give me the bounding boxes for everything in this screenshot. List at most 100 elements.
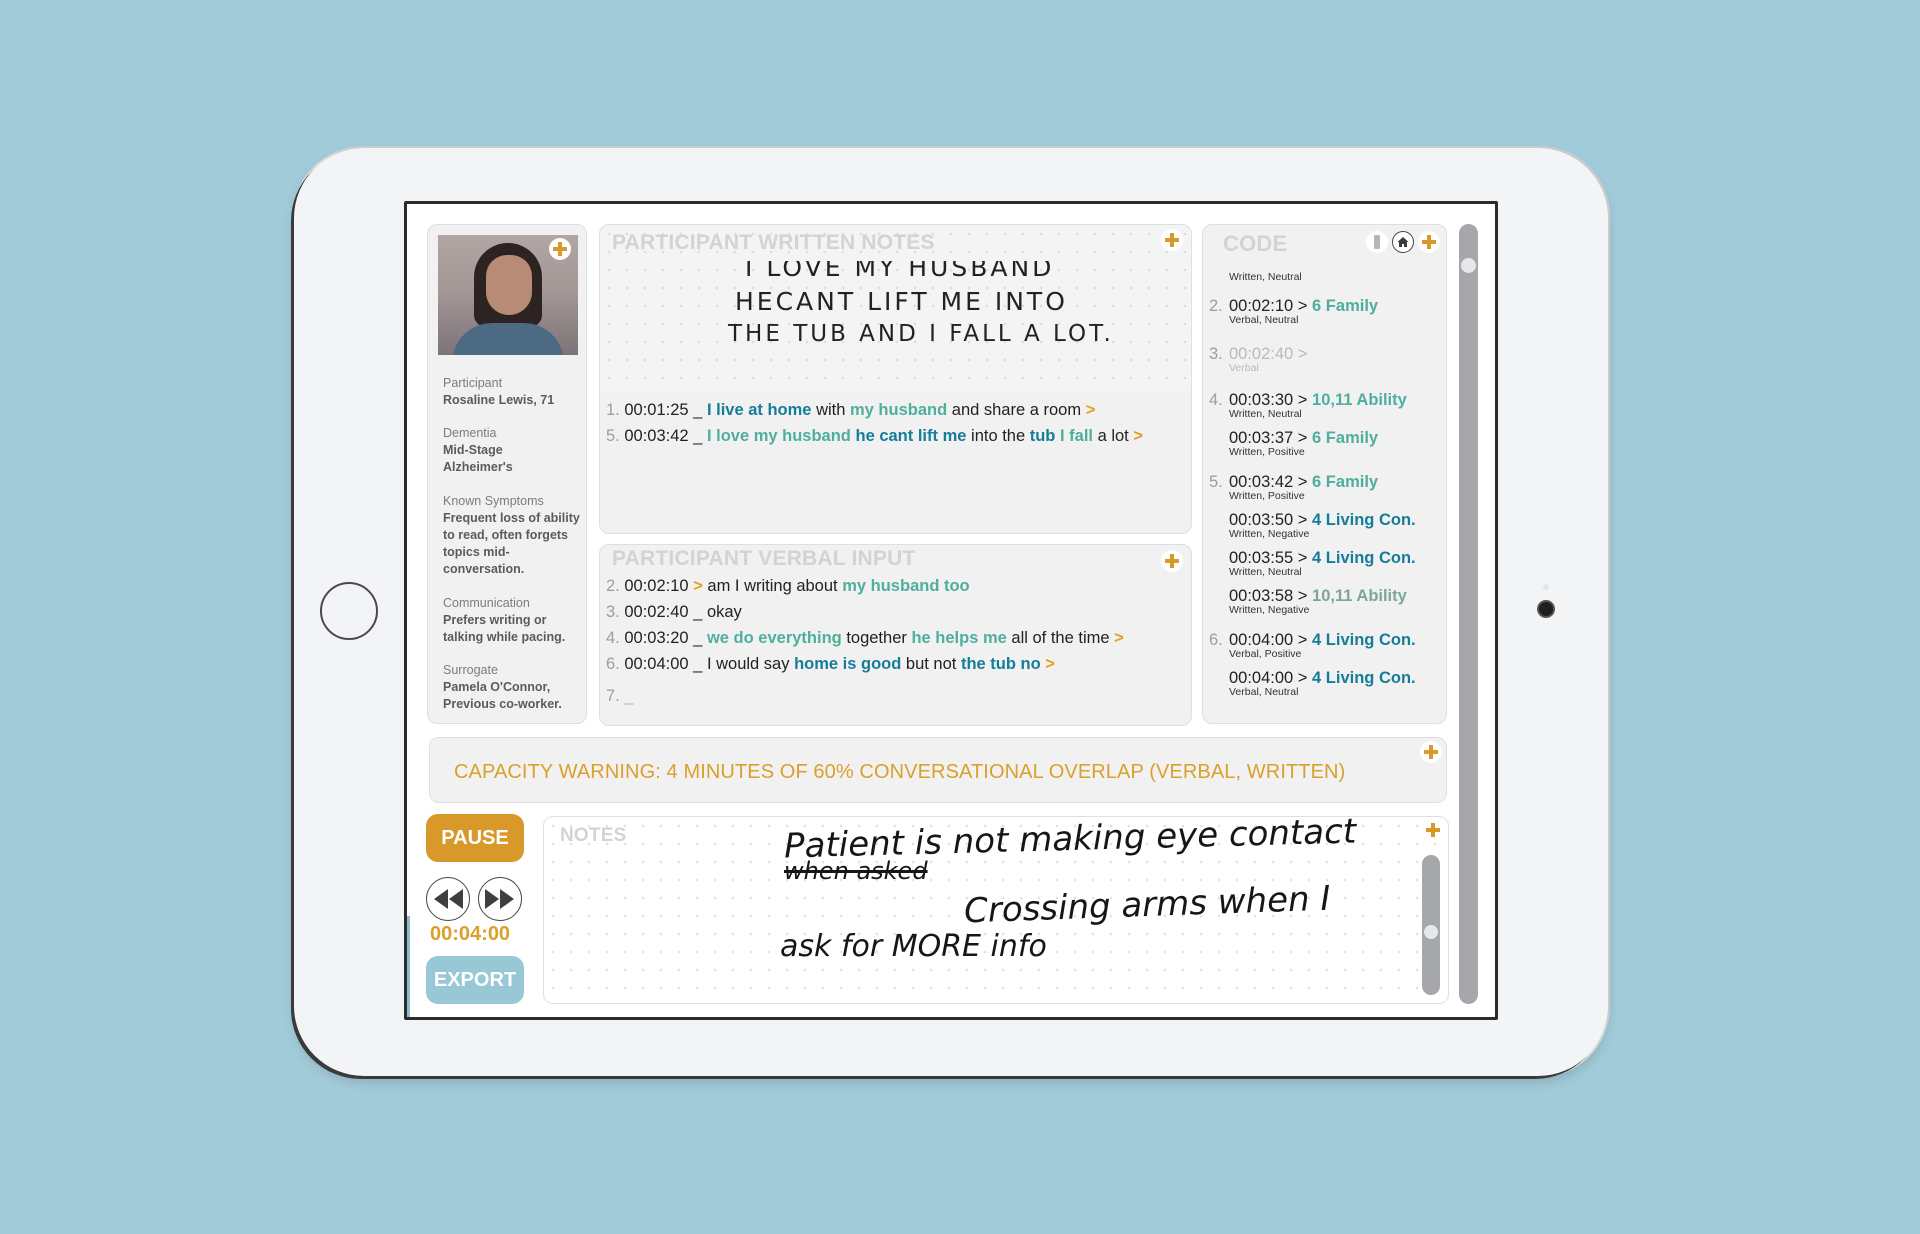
code-entry[interactable]: 2. 00:02:10 > 6 Family Verbal, Neutral xyxy=(1209,297,1378,326)
home-button[interactable] xyxy=(320,582,378,640)
session-timer: 00:04:00 xyxy=(430,923,511,945)
code-entry-time: 00:03:30 > xyxy=(1229,391,1313,409)
code-entry-number: 6. xyxy=(1209,631,1223,649)
note-handwriting: Crossing arms when I xyxy=(963,878,1332,932)
handwriting-line: THE TUB AND I FALL A LOT. xyxy=(728,321,1114,347)
code-entry[interactable]: 4. 00:03:30 > 10,11 Ability Written, Neutr… xyxy=(1209,391,1407,420)
written-notes-title: PARTICIPANT WRITTEN NOTES xyxy=(612,231,935,254)
transcript-segment: my husband xyxy=(850,401,948,419)
transcript-segment: together xyxy=(841,629,912,647)
code-tag[interactable]: 4 Living Con. xyxy=(1312,631,1416,649)
export-button[interactable]: EXPORT xyxy=(426,956,524,1004)
code-entry-time: 00:03:58 > xyxy=(1229,587,1313,605)
code-entry[interactable]: 3. 00:02:40 > Verbal xyxy=(1209,345,1307,374)
rewind-button[interactable] xyxy=(426,877,470,921)
timestamp: 00:03:20 xyxy=(624,629,694,647)
participant-profile: Participant Rosaline Lewis, 71 Dementia … xyxy=(427,224,587,724)
pause-button[interactable]: PAUSE xyxy=(426,814,524,862)
code-entry-time: 00:03:55 > xyxy=(1229,549,1313,567)
transcript-segment: all of the time xyxy=(1006,629,1115,647)
transcript-segment: and share a room xyxy=(947,401,1086,419)
code-entry-time: 00:02:10 > xyxy=(1229,297,1313,315)
fast-forward-button[interactable] xyxy=(478,877,522,921)
expand-arrow[interactable]: > xyxy=(1133,427,1143,445)
transcript-line[interactable]: 4. 00:03:20 _ we do everything together … xyxy=(606,629,1124,648)
code-tag[interactable]: 10,11 Ability xyxy=(1312,587,1407,605)
code-tag[interactable]: 6 Family xyxy=(1312,473,1378,491)
code-tag[interactable]: 6 Family xyxy=(1312,297,1378,315)
expand-arrow[interactable]: > xyxy=(1086,401,1096,419)
main-scrollbar[interactable] xyxy=(1459,224,1478,1004)
screen-accent xyxy=(407,916,410,1017)
transcript-line[interactable]: 3. 00:02:40 _ okay xyxy=(606,603,742,622)
bar-icon[interactable] xyxy=(1366,231,1388,253)
code-entry[interactable]: 00:03:37 > 6 Family Written, Positive xyxy=(1209,429,1378,458)
transcript-segment: into the xyxy=(966,427,1030,445)
timestamp: 00:02:40 xyxy=(624,603,694,621)
camera xyxy=(1539,602,1553,616)
plus-icon xyxy=(1165,233,1179,247)
transcript-line[interactable]: 5. 00:03:42 _ I love my husband he cant … xyxy=(606,427,1143,446)
line-number: 4. xyxy=(606,629,625,647)
code-entry[interactable]: 6. 00:04:00 > 4 Living Con. Verbal, Positi… xyxy=(1209,631,1416,660)
plus-icon xyxy=(1426,823,1440,837)
code-entry-number: 2. xyxy=(1209,297,1223,315)
timestamp: 00:04:00 xyxy=(624,655,694,673)
code-tag[interactable]: 6 Family xyxy=(1312,429,1378,447)
transcript-segment: I fall xyxy=(1059,427,1093,445)
plus-icon xyxy=(1165,554,1179,568)
separator: _ xyxy=(693,427,707,445)
code-entry-number: 4. xyxy=(1209,391,1223,409)
transcript-line[interactable]: 7. _ xyxy=(606,687,634,706)
transcript-segment: I love my husband xyxy=(706,427,851,445)
code-entry-number: 5. xyxy=(1209,473,1223,491)
code-entry[interactable]: 00:04:00 > 4 Living Con. Verbal, Neutral xyxy=(1209,669,1416,698)
timestamp: 00:01:25 xyxy=(624,401,694,419)
transcript-line[interactable]: 1. 00:01:25 _ I live at home with my hus… xyxy=(606,401,1095,420)
capacity-warning: CAPACITY WARNING: 4 MINUTES OF 60% CONVE… xyxy=(429,737,1447,803)
verbal-input-panel: PARTICIPANT VERBAL INPUT 2. 00:02:10 > a… xyxy=(599,544,1192,726)
transcript-line[interactable]: 2. 00:02:10 > am I writing about my husb… xyxy=(606,577,970,596)
code-entry[interactable]: Written, Neutral xyxy=(1209,271,1302,283)
code-entry-time: 00:03:37 > xyxy=(1229,429,1313,447)
plus-icon xyxy=(1424,745,1438,759)
code-tag[interactable]: 4 Living Con. xyxy=(1312,549,1416,567)
code-entry[interactable]: 5. 00:03:42 > 6 Family Written, Positive xyxy=(1209,473,1378,502)
transcript-segment: he cant lift me xyxy=(855,427,967,445)
add-profile-button[interactable] xyxy=(549,238,571,260)
code-entry-time: 00:03:42 > xyxy=(1229,473,1313,491)
code-entry[interactable]: 00:03:55 > 4 Living Con. Written, Neutral xyxy=(1209,549,1416,578)
separator: _ xyxy=(693,629,703,647)
transcript-segment: I would say xyxy=(702,655,795,673)
code-entry[interactable]: 00:03:58 > 10,11 Ability Written, Negativ… xyxy=(1209,587,1407,616)
code-tag[interactable]: 10,11 Ability xyxy=(1312,391,1407,409)
code-tag[interactable]: 4 Living Con. xyxy=(1312,669,1416,687)
add-verbal-button[interactable] xyxy=(1161,550,1183,572)
transcript-segment: am I writing about xyxy=(702,577,843,595)
profile-field-surrogate: Surrogate Pamela O'Connor, Previous co-w… xyxy=(443,663,562,711)
notes-scrollbar[interactable] xyxy=(1422,855,1440,995)
transcript-segment: he helps me xyxy=(911,629,1007,647)
expand-arrow[interactable]: > xyxy=(1114,629,1124,647)
notes-scrollbar-thumb[interactable] xyxy=(1424,925,1438,939)
rewind-icon xyxy=(434,889,463,909)
code-entry[interactable]: 00:03:50 > 4 Living Con. Written, Negativ… xyxy=(1209,511,1416,540)
expand-arrow[interactable]: > xyxy=(1041,655,1055,673)
home-icon[interactable] xyxy=(1392,231,1414,253)
transcript-line[interactable]: 6. 00:04:00 _ I would say home is good b… xyxy=(606,655,1055,674)
transcript-segment: I live at home xyxy=(706,401,812,419)
scrollbar-thumb[interactable] xyxy=(1461,258,1476,273)
profile-field-participant: Participant Rosaline Lewis, 71 xyxy=(443,376,555,407)
app-screen: Participant Rosaline Lewis, 71 Dementia … xyxy=(404,201,1498,1020)
add-warning-button[interactable] xyxy=(1420,741,1442,763)
add-code-button[interactable] xyxy=(1418,231,1440,253)
add-written-note-button[interactable] xyxy=(1161,229,1183,251)
code-tag[interactable]: 4 Living Con. xyxy=(1312,511,1416,529)
code-entry-time: 00:04:00 > xyxy=(1229,631,1313,649)
add-note-button[interactable] xyxy=(1422,819,1444,841)
code-entry-subtitle: Written, Neutral xyxy=(1229,271,1302,283)
code-entry-time: 00:03:50 > xyxy=(1229,511,1313,529)
notes-panel[interactable]: NOTES Patient is not making eye contact … xyxy=(543,812,1449,1004)
handwriting-line: I LOVE MY HUSBAND xyxy=(745,253,1055,282)
sensor xyxy=(1543,584,1549,590)
